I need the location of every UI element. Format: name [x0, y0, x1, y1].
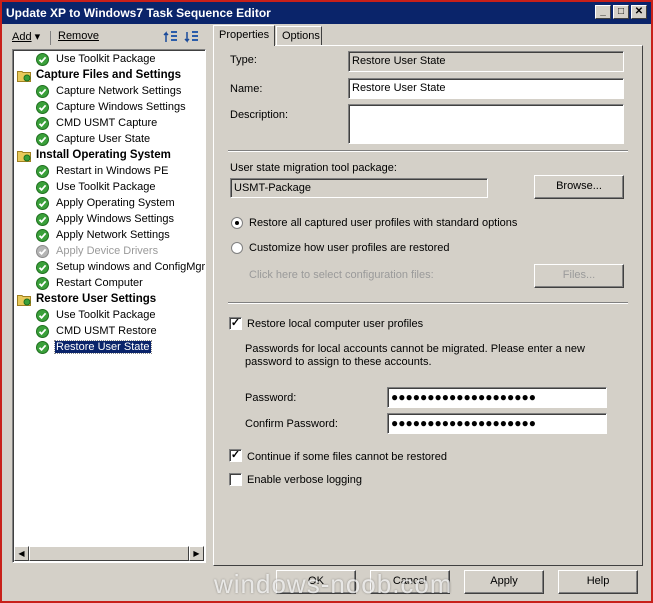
success-check-icon — [36, 165, 49, 178]
tree-item-label: Capture Files and Settings — [36, 69, 182, 81]
move-down-icon[interactable] — [183, 28, 201, 46]
move-up-icon[interactable] — [162, 28, 180, 46]
title-bar[interactable]: Update XP to Windows7 Task Sequence Edit… — [2, 2, 651, 24]
task-sequence-editor-window: Update XP to Windows7 Task Sequence Edit… — [0, 0, 653, 603]
tree-item-label: CMD USMT Restore — [56, 325, 157, 337]
scroll-left-icon[interactable]: ◀ — [14, 546, 29, 561]
confirm-password-label: Confirm Password: — [245, 418, 338, 430]
window-title: Update XP to Windows7 Task Sequence Edit… — [6, 6, 271, 20]
customize-radio[interactable] — [231, 242, 243, 254]
config-files-label: Click here to select configuration files… — [249, 269, 434, 281]
minimize-button[interactable]: _ — [595, 5, 611, 19]
tab-options[interactable]: Options — [276, 26, 322, 46]
disabled-step-icon — [36, 245, 49, 258]
cancel-button[interactable]: Cancel — [370, 570, 450, 594]
success-check-icon — [36, 197, 49, 210]
ok-button[interactable]: OK — [276, 570, 356, 594]
toolbar-divider — [50, 31, 51, 45]
tree-item-label: Install Operating System — [36, 149, 171, 161]
tree-item-label: CMD USMT Capture — [56, 117, 158, 129]
tree-item-label: Capture Network Settings — [56, 85, 182, 97]
success-check-icon — [36, 229, 49, 242]
success-check-icon — [36, 277, 49, 290]
remove-label: Remove — [58, 30, 99, 42]
folder-icon — [17, 293, 31, 306]
success-check-icon — [36, 101, 49, 114]
scroll-right-icon[interactable]: ▶ — [189, 546, 204, 561]
tree-item-label: Use Toolkit Package — [56, 181, 156, 193]
success-check-icon — [36, 117, 49, 130]
package-label: User state migration tool package: — [230, 162, 397, 174]
close-button[interactable]: ✕ — [631, 5, 647, 19]
tree-item-label: Setup windows and ConfigMgr — [56, 261, 206, 273]
continue-checkbox[interactable]: ✓ — [229, 449, 242, 462]
apply-button[interactable]: Apply — [464, 570, 544, 594]
folder-icon — [17, 69, 31, 82]
description-field[interactable] — [348, 104, 624, 144]
folder-icon — [17, 149, 31, 162]
success-check-icon — [36, 309, 49, 322]
verbose-checkbox[interactable] — [229, 473, 242, 486]
toolbar: Add ▾ Remove — [10, 28, 206, 48]
continue-label: Continue if some files cannot be restore… — [247, 451, 447, 463]
tree-item-label: Restore User Settings — [36, 293, 157, 305]
tab-properties[interactable]: Properties — [213, 25, 275, 46]
files-button[interactable]: Files... — [534, 264, 624, 288]
task-sequence-tree[interactable]: Restore User State CMD USMT Restore Use To… — [12, 49, 206, 563]
success-check-icon — [36, 181, 49, 194]
success-check-icon — [36, 85, 49, 98]
tree-item-label: Restart Computer — [56, 277, 143, 289]
package-field: USMT-Package — [230, 178, 488, 198]
password-note: Passwords for local accounts cannot be m… — [245, 343, 585, 368]
divider — [228, 150, 628, 152]
description-label: Description: — [230, 109, 289, 121]
tree-item-label: Restart in Windows PE — [56, 165, 169, 177]
remove-button[interactable]: Remove — [58, 30, 99, 42]
type-field: Restore User State — [348, 51, 624, 72]
tree-item-label: Capture Windows Settings — [56, 101, 186, 113]
tree-item-label: Apply Device Drivers — [56, 245, 159, 257]
tree-horizontal-scrollbar[interactable]: ◀ ▶ — [14, 546, 204, 561]
restore-all-radio[interactable] — [231, 217, 243, 229]
tree-item-label: Apply Network Settings — [56, 229, 170, 241]
properties-panel: Type: Restore User State Name: Restore U… — [213, 45, 643, 566]
tree-item-label: Apply Windows Settings — [56, 213, 174, 225]
add-label: Add — [12, 31, 32, 43]
tree-item-label: Restore User State — [54, 340, 152, 354]
confirm-password-field[interactable]: ●●●●●●●●●●●●●●●●●●●● — [387, 413, 607, 434]
add-menu-button[interactable]: Add ▾ — [12, 30, 40, 43]
type-label: Type: — [230, 54, 257, 66]
restore-local-checkbox[interactable]: ✓ — [229, 317, 242, 330]
tree-item-label: Capture User State — [56, 133, 151, 145]
name-field[interactable]: Restore User State — [348, 78, 624, 99]
browse-button[interactable]: Browse... — [534, 175, 624, 199]
customize-label: Customize how user profiles are restored — [249, 242, 450, 254]
name-label: Name: — [230, 83, 263, 95]
success-check-icon — [36, 53, 49, 66]
tree-item-label: Apply Operating System — [56, 197, 175, 209]
restore-all-label: Restore all captured user profiles with … — [249, 217, 518, 229]
verbose-label: Enable verbose logging — [247, 474, 362, 486]
scroll-thumb[interactable] — [29, 546, 189, 561]
success-check-icon — [36, 341, 49, 354]
restore-local-label: Restore local computer user profiles — [247, 318, 424, 330]
success-check-icon — [36, 261, 49, 274]
success-check-icon — [36, 213, 49, 226]
password-label: Password: — [245, 392, 297, 404]
password-field[interactable]: ●●●●●●●●●●●●●●●●●●●● — [387, 387, 607, 408]
chevron-down-icon: ▾ — [34, 31, 41, 43]
success-check-icon — [36, 325, 49, 338]
tree-item-label: Use Toolkit Package — [56, 309, 156, 321]
maximize-button[interactable]: □ — [613, 5, 629, 19]
tree-item-label: Use Toolkit Package — [56, 53, 156, 65]
divider — [228, 302, 628, 304]
success-check-icon — [36, 133, 49, 146]
help-button[interactable]: Help — [558, 570, 638, 594]
